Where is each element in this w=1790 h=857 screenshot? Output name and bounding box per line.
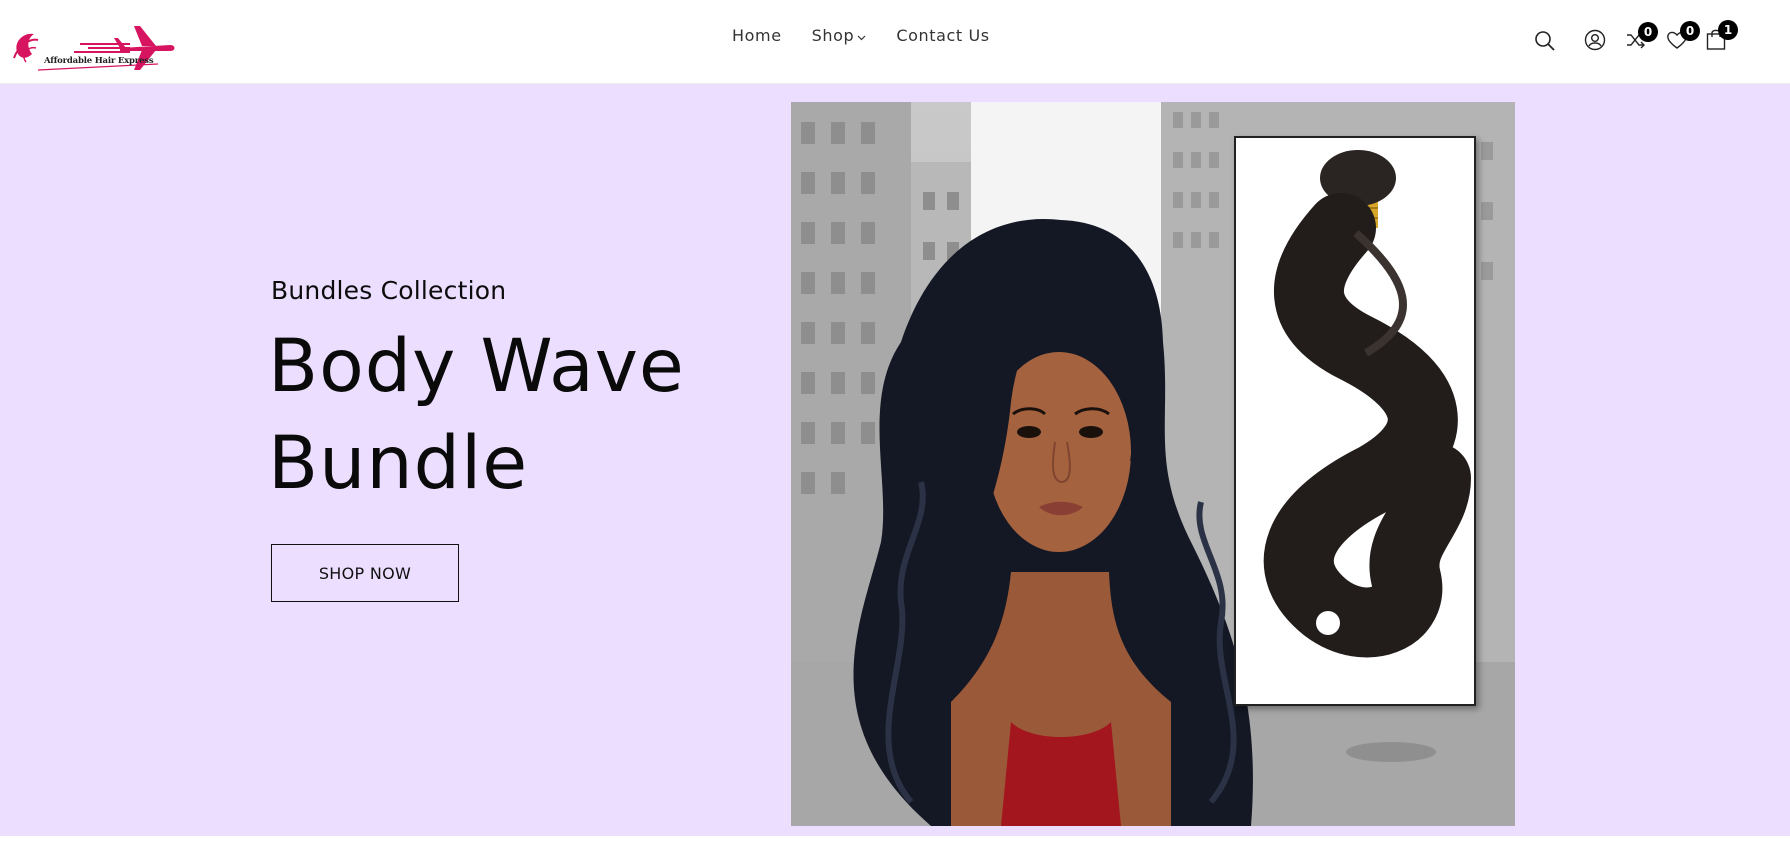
brand-name: Affordable Hair Express xyxy=(44,56,154,66)
nav-contact[interactable]: Contact Us xyxy=(896,26,989,45)
wishlist-count-badge: 0 xyxy=(1680,21,1700,41)
hero-eyebrow: Bundles Collection xyxy=(271,276,507,305)
nav-contact-label: Contact Us xyxy=(896,26,990,45)
wishlist-button[interactable]: 0 xyxy=(1666,21,1700,51)
nav-home[interactable]: Home xyxy=(732,26,782,45)
hero-title: Body Wave Bundle xyxy=(268,324,685,506)
hero-image xyxy=(791,102,1515,826)
brand-logo[interactable]: Affordable Hair Express xyxy=(8,24,176,74)
search-icon xyxy=(1535,31,1555,51)
nav-shop-label: Shop xyxy=(811,26,855,45)
main-nav: Home Shop Contact Us xyxy=(732,26,990,45)
cart-button[interactable]: 1 xyxy=(1706,20,1738,50)
nav-home-label: Home xyxy=(732,26,782,45)
site-header: Affordable Hair Express Home Shop Contac… xyxy=(0,0,1790,84)
account-button[interactable] xyxy=(1584,29,1606,51)
nav-shop[interactable]: Shop xyxy=(812,26,867,45)
shop-now-button[interactable]: SHOP NOW xyxy=(271,544,459,602)
page-bottom-strip xyxy=(0,836,1790,857)
header-actions: 0 0 1 xyxy=(1534,20,1754,66)
compare-count-badge: 0 xyxy=(1638,22,1658,42)
search-button[interactable] xyxy=(1534,30,1556,52)
user-icon xyxy=(1584,29,1606,51)
hair-bundle-panel xyxy=(1234,136,1476,706)
hero-banner: Bundles Collection Body Wave Bundle SHOP… xyxy=(0,84,1790,836)
hair-bundle-illustration xyxy=(1263,150,1471,658)
chevron-down-icon xyxy=(857,26,866,45)
compare-button[interactable]: 0 xyxy=(1626,22,1658,50)
cart-count-badge: 1 xyxy=(1718,20,1738,40)
logo-airplane-icon xyxy=(13,26,175,71)
